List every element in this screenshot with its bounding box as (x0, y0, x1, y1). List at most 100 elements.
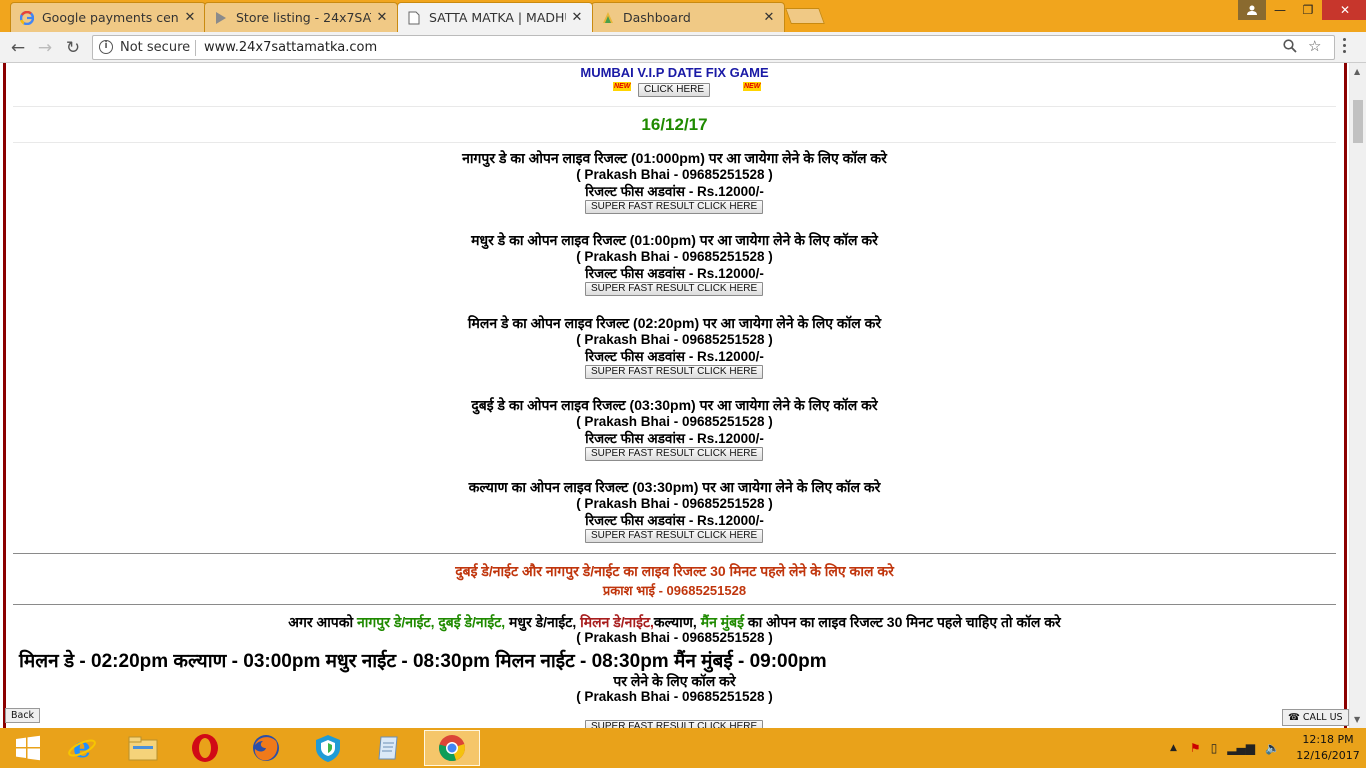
flag-icon[interactable]: ⚑ (1190, 741, 1201, 755)
close-icon[interactable]: ✕ (183, 10, 197, 25)
search-icon[interactable] (1283, 39, 1297, 57)
super-fast-result-button[interactable]: SUPER FAST RESULT CLICK HERE (585, 365, 764, 379)
star-icon[interactable]: ☆ (1308, 37, 1321, 55)
user-profile-icon[interactable] (1238, 0, 1266, 20)
result-title: कल्याण का ओपन लाइव रिजल्ट (03:30pm) पर आ… (468, 479, 881, 495)
info-icon[interactable]: i (99, 40, 113, 54)
result-block-madhur: मधुर डे का ओपन लाइव रिजल्ट (01:00pm) पर … (13, 232, 1336, 298)
super-fast-result-button[interactable]: SUPER FAST RESULT CLICK HERE (585, 200, 764, 214)
tab-satta-matka[interactable]: SATTA MATKA | MADHU ✕ (397, 2, 593, 32)
start-icon[interactable] (0, 730, 56, 766)
clock-date: 12/16/2017 (1296, 749, 1360, 762)
back-arrow-icon[interactable]: ← (6, 36, 30, 60)
result-title: दुबई डे का ओपन लाइव रिजल्ट (03:30pm) पर … (471, 397, 878, 413)
firefox-icon[interactable] (238, 730, 294, 766)
agar-text: अगर आपको (288, 614, 358, 630)
new-tab-button[interactable] (785, 8, 825, 24)
minimize-icon[interactable]: — (1266, 0, 1294, 20)
result-title: नागपुर डे का ओपन लाइव रिजल्ट (01:000pm) … (462, 150, 887, 166)
agar-text: मिलन डे/नाईट, (580, 614, 654, 630)
vpn-shield-icon[interactable] (300, 730, 356, 766)
browser-toolbar: ← → ↻ i Not secure www.24x7sattamatka.co… (0, 32, 1366, 63)
close-icon[interactable]: ✕ (762, 10, 776, 25)
divider (13, 553, 1336, 554)
tab-title: Google payments center (42, 10, 179, 25)
new-badge-icon: NEW (613, 82, 632, 91)
svg-text:e: e (73, 733, 91, 763)
vip-title: MUMBAI V.I.P DATE FIX GAME (580, 65, 769, 80)
divider (13, 106, 1336, 107)
scroll-down-icon[interactable]: ▼ (1354, 715, 1360, 724)
result-contact: ( Prakash Bhai - 09685251528 ) (576, 167, 773, 182)
tab-google-payments[interactable]: Google payments center ✕ (10, 2, 206, 32)
address-bar[interactable]: i Not secure www.24x7sattamatka.com ☆ (92, 35, 1335, 60)
result-title: मधुर डे का ओपन लाइव रिजल्ट (01:00pm) पर … (471, 232, 878, 248)
super-fast-result-button[interactable]: SUPER FAST RESULT CLICK HERE (585, 529, 764, 543)
scroll-up-icon[interactable]: ▲ (1354, 67, 1360, 76)
url-text[interactable]: www.24x7sattamatka.com (204, 40, 377, 55)
result-block-milan: मिलन डे का ओपन लाइव रिजल्ट (02:20pm) पर … (13, 315, 1336, 381)
back-button[interactable]: Back (5, 708, 41, 723)
close-icon[interactable]: ✕ (570, 10, 584, 25)
scroll-thumb[interactable] (1353, 100, 1363, 143)
phone-icon: ☎ (1288, 712, 1303, 723)
divider (13, 142, 1336, 143)
call-contact: ( Prakash Bhai - 09685251528 ) (576, 689, 773, 704)
super-fast-result-button[interactable]: SUPER FAST RESULT CLICK HERE (585, 282, 764, 296)
result-fee: रिजल्ट फीस अडवांस - Rs.12000/- (585, 266, 764, 281)
system-tray: ▲ ⚑ ▯ ▂▄▆ 🔈 (1170, 728, 1280, 768)
result-fee: रिजल्ट फीस अडवांस - Rs.12000/- (585, 184, 764, 199)
reload-icon[interactable]: ↻ (61, 36, 85, 60)
menu-icon[interactable] (1343, 38, 1347, 56)
tray-expand-icon[interactable]: ▲ (1170, 743, 1177, 753)
result-contact: ( Prakash Bhai - 09685251528 ) (576, 332, 773, 347)
call-us-label: CALL US (1302, 712, 1343, 723)
play-store-icon (213, 10, 229, 26)
result-block-dubai: दुबई डे का ओपन लाइव रिजल्ट (03:30pm) पर … (13, 397, 1336, 463)
tab-dashboard[interactable]: Dashboard ✕ (591, 2, 785, 32)
tab-strip: Google payments center ✕ Store listing -… (0, 0, 1366, 32)
close-icon[interactable]: ✕ (375, 10, 389, 25)
vertical-scrollbar[interactable]: ▲ ▼ (1349, 63, 1366, 728)
result-block-nagpur: नागपुर डे का ओपन लाइव रिजल्ट (01:000pm) … (13, 150, 1336, 216)
divider (195, 40, 196, 56)
taskbar: e ▲ ⚑ ▯ ▂▄▆ 🔈 12:18 PM 12/16/2017 (0, 728, 1366, 768)
notes-icon[interactable] (361, 730, 417, 766)
forward-arrow-icon[interactable]: → (33, 36, 57, 60)
result-fee: रिजल्ट फीस अडवांस - Rs.12000/- (585, 349, 764, 364)
new-badge-icon: NEW (743, 82, 762, 91)
google-g-icon (19, 10, 35, 26)
timings-heading: मिलन डे - 02:20pm कल्याण - 03:00pm मधुर … (19, 651, 827, 672)
file-explorer-icon[interactable] (115, 730, 171, 766)
opera-icon[interactable] (177, 730, 233, 766)
agar-text: मधुर डे/नाईट, (505, 614, 581, 630)
super-fast-result-button[interactable]: SUPER FAST RESULT CLICK HERE (585, 720, 764, 728)
restore-icon[interactable]: ❐ (1294, 0, 1322, 20)
vip-click-here-button[interactable]: CLICK HERE (638, 83, 711, 97)
window-close-icon[interactable]: ✕ (1322, 0, 1366, 20)
result-block-kalyan: कल्याण का ओपन लाइव रिजल्ट (03:30pm) पर आ… (13, 479, 1336, 545)
power-icon[interactable]: ▯ (1211, 741, 1218, 755)
tab-store-listing[interactable]: Store listing - 24x7SATTA ✕ (204, 2, 398, 32)
day-night-notice: दुबई डे/नाईट और नागपुर डे/नाईट का लाइव र… (455, 563, 894, 579)
result-title: मिलन डे का ओपन लाइव रिजल्ट (02:20pm) पर … (467, 315, 882, 331)
ie-icon[interactable]: e (54, 730, 110, 766)
chrome-icon[interactable] (424, 730, 480, 766)
agar-text: नागपुर डे/नाईट, दुबई डे/नाईट, (357, 614, 506, 630)
result-date: 16/12/17 (641, 115, 708, 134)
volume-icon[interactable]: 🔈 (1265, 741, 1280, 755)
day-night-contact: प्रकाश भाई - 09685251528 (602, 583, 747, 598)
window-controls: — ❐ ✕ (1238, 0, 1366, 20)
result-contact: ( Prakash Bhai - 09685251528 ) (576, 414, 773, 429)
agar-contact: ( Prakash Bhai - 09685251528 ) (576, 630, 773, 645)
result-contact: ( Prakash Bhai - 09685251528 ) (576, 249, 773, 264)
network-icon[interactable]: ▂▄▆ (1227, 741, 1255, 755)
result-fee: रिजल्ट फीस अडवांस - Rs.12000/- (585, 431, 764, 446)
agar-text: कल्याण, (653, 614, 701, 630)
bottom-button-row: SUPER FAST RESULT CLICK HERE (13, 720, 1336, 728)
vip-row: NEW CLICK HERE NEW (13, 81, 1336, 101)
super-fast-result-button[interactable]: SUPER FAST RESULT CLICK HERE (585, 447, 764, 461)
clock[interactable]: 12:18 PM 12/16/2017 (1293, 732, 1363, 764)
clock-time: 12:18 PM (1302, 733, 1354, 746)
call-us-button[interactable]: ☎ CALL US (1282, 709, 1349, 726)
